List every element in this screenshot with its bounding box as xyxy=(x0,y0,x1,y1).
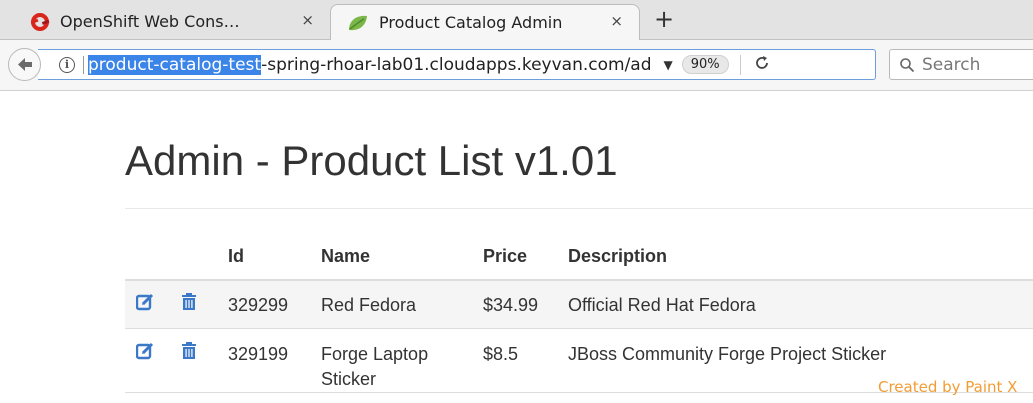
tab-product-catalog[interactable]: Product Catalog Admin × xyxy=(330,4,640,40)
url-selected-text: product-catalog-test xyxy=(88,54,262,75)
search-bar[interactable]: Search xyxy=(889,49,1033,80)
page-content: Admin - Product List v1.01 Id Name Price… xyxy=(0,91,1033,403)
table-row: 329299 Red Fedora $34.99 Official Red Ha… xyxy=(125,279,1033,328)
zoom-level-badge[interactable]: 90% xyxy=(681,55,729,74)
cell-price: $34.99 xyxy=(483,279,568,328)
back-arrow-icon xyxy=(18,58,32,71)
header-description: Description xyxy=(568,234,1033,281)
tab-strip: OpenShift Web Cons… × Product Catalog Ad… xyxy=(0,0,1033,40)
edit-cell xyxy=(125,279,181,328)
header-delete xyxy=(181,234,228,281)
cell-price: $8.5 xyxy=(483,327,568,393)
table-header-row: Id Name Price Description xyxy=(125,234,1033,281)
openshift-logo-icon xyxy=(30,12,50,31)
url-divider xyxy=(83,55,84,74)
trash-icon[interactable] xyxy=(181,341,197,365)
tab-title: Product Catalog Admin xyxy=(379,13,563,32)
tab-openshift[interactable]: OpenShift Web Cons… × xyxy=(18,4,330,39)
cell-id: 329199 xyxy=(228,327,321,393)
watermark-text: Created by Paint X xyxy=(878,378,1018,396)
product-table: Id Name Price Description 329299 Red Fed… xyxy=(125,234,1033,393)
tab-title: OpenShift Web Cons… xyxy=(60,12,240,31)
url-rest-text: -spring-rhoar-lab01.cloudapps.keyvan.com… xyxy=(261,54,652,75)
spring-leaf-icon xyxy=(349,15,367,30)
cell-id: 329299 xyxy=(228,279,321,328)
url-bar[interactable]: i product-catalog-test-spring-rhoar-lab0… xyxy=(38,49,876,80)
edit-icon[interactable] xyxy=(135,342,154,365)
page-title: Admin - Product List v1.01 xyxy=(125,137,618,184)
navigation-bar: i product-catalog-test-spring-rhoar-lab0… xyxy=(0,40,1033,91)
search-placeholder: Search xyxy=(922,54,981,75)
delete-cell xyxy=(181,279,228,328)
tab-close-icon[interactable]: × xyxy=(610,12,623,30)
dropdown-arrow-icon[interactable]: ▼ xyxy=(664,58,673,72)
header-price: Price xyxy=(483,234,568,281)
url-text[interactable]: product-catalog-test-spring-rhoar-lab01.… xyxy=(88,54,652,75)
info-icon[interactable]: i xyxy=(59,56,75,73)
reload-icon[interactable] xyxy=(754,55,770,75)
cell-name: Red Fedora xyxy=(321,279,483,328)
back-button[interactable] xyxy=(8,48,41,81)
new-tab-button[interactable]: + xyxy=(654,4,674,34)
title-divider xyxy=(125,208,1033,209)
url-divider xyxy=(739,54,741,75)
header-id: Id xyxy=(228,234,321,281)
delete-cell xyxy=(181,327,228,393)
trash-icon[interactable] xyxy=(181,293,197,316)
tab-close-icon[interactable]: × xyxy=(301,11,314,29)
edit-cell xyxy=(125,327,181,393)
search-icon xyxy=(900,57,915,72)
cell-description: Official Red Hat Fedora xyxy=(568,279,1033,328)
header-name: Name xyxy=(321,234,483,281)
cell-name: Forge Laptop Sticker xyxy=(321,327,483,393)
edit-icon[interactable] xyxy=(135,293,154,316)
header-edit xyxy=(125,234,181,281)
